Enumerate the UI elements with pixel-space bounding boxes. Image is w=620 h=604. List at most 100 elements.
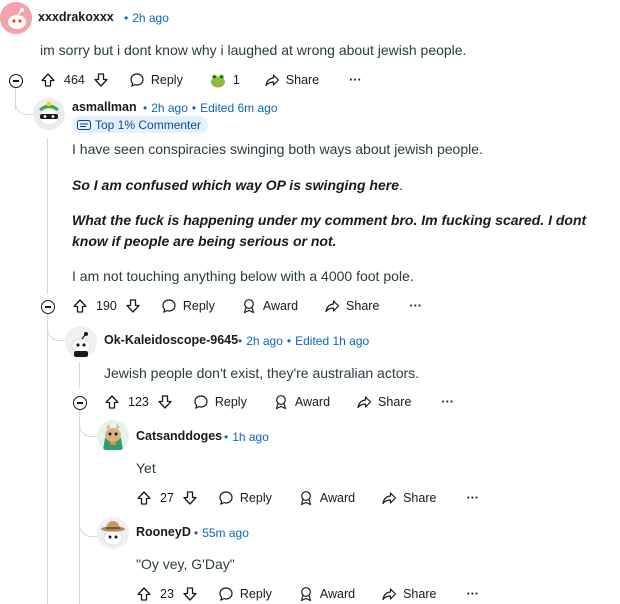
share-button[interactable]: Share xyxy=(381,490,436,506)
reply-button[interactable]: Reply xyxy=(193,394,247,410)
reply-label: Reply xyxy=(239,587,272,601)
award-button[interactable]: Award xyxy=(273,394,330,410)
downvote-button[interactable] xyxy=(182,490,198,506)
comment-meta: • 1h ago xyxy=(220,430,269,444)
snoo-avatar-icon xyxy=(65,326,97,358)
downvote-icon xyxy=(183,491,197,505)
downvote-button[interactable] xyxy=(93,72,109,88)
more-options-button[interactable]: ··· xyxy=(349,73,362,87)
share-label: Share xyxy=(403,491,437,505)
share-label: Share xyxy=(403,587,437,601)
comment-body: im sorry but i dont know why i laughed a… xyxy=(40,42,467,58)
collapse-thread-button[interactable] xyxy=(9,74,23,88)
share-button[interactable]: Share xyxy=(381,586,436,602)
award-icon xyxy=(275,395,286,410)
share-label: Share xyxy=(346,299,380,313)
vote-score: 190 xyxy=(96,299,117,313)
comment-author[interactable]: Catsanddoges xyxy=(136,429,222,443)
avatar[interactable] xyxy=(33,98,65,130)
vote-score: 23 xyxy=(160,587,174,601)
comment-body: Jewish people don't exist, they're austr… xyxy=(104,365,420,381)
avatar[interactable] xyxy=(0,2,32,34)
share-label: Share xyxy=(285,73,320,87)
downvote-button[interactable] xyxy=(182,586,198,602)
edited-label: Edited 6m ago xyxy=(200,101,278,115)
comment-bubble-icon xyxy=(162,299,176,314)
meta-dot: • xyxy=(191,101,197,115)
share-button[interactable]: Share xyxy=(264,72,319,88)
thread-line-3 xyxy=(79,362,80,389)
reply-button[interactable]: Reply xyxy=(218,586,272,602)
upvote-icon xyxy=(41,73,55,87)
more-options-button[interactable]: ··· xyxy=(466,491,479,505)
reply-button[interactable]: Reply xyxy=(218,490,272,506)
comment-time: 55m ago xyxy=(202,526,249,540)
reply-label: Reply xyxy=(182,299,215,313)
meta-dot: • xyxy=(286,334,292,348)
vote-score: 123 xyxy=(128,395,149,409)
downvote-button[interactable] xyxy=(157,394,173,410)
thread-elbow-3 xyxy=(79,410,98,437)
reply-button[interactable]: Reply xyxy=(129,72,183,88)
comment-bubble-icon xyxy=(130,73,144,88)
upvote-button[interactable] xyxy=(72,298,88,314)
comment-author[interactable]: xxxdrakoxxx xyxy=(38,10,114,24)
award-label: Award xyxy=(262,299,299,313)
award-button[interactable]: Award xyxy=(298,490,355,506)
more-options-icon: ··· xyxy=(409,299,422,313)
comment-actions: 464 Reply 1 Share ··· xyxy=(40,70,362,90)
avatar[interactable] xyxy=(97,517,129,549)
vote-score: 464 xyxy=(64,73,85,87)
user-flair-badge: Top 1% Commenter xyxy=(72,116,209,133)
comment-body: Yet xyxy=(136,460,156,476)
more-options-button[interactable]: ··· xyxy=(441,395,454,409)
more-options-button[interactable]: ··· xyxy=(466,587,479,601)
snoo-avatar-icon xyxy=(33,98,65,130)
collapse-thread-button[interactable] xyxy=(73,396,87,410)
avatar[interactable] xyxy=(97,420,129,452)
award-button[interactable]: Award xyxy=(298,586,355,602)
upvote-button[interactable] xyxy=(40,72,56,88)
comment-meta: • 55m ago xyxy=(190,526,249,540)
comment-bubble-icon xyxy=(219,587,233,602)
comment-time: 2h ago xyxy=(246,334,283,348)
comment-body: "Oy vey, G'Day" xyxy=(136,556,235,572)
upvote-button[interactable] xyxy=(104,394,120,410)
snoo-avatar-icon xyxy=(0,2,32,34)
share-icon xyxy=(325,300,340,313)
award-count: 1 xyxy=(232,73,240,87)
share-icon xyxy=(382,492,397,505)
upvote-icon xyxy=(137,587,151,601)
comment-actions: 27 Reply Award Share ··· xyxy=(136,488,479,508)
upvote-button[interactable] xyxy=(136,490,152,506)
comment-time: 2h ago xyxy=(151,101,188,115)
comment-body-p1: I have seen conspiracies swinging both w… xyxy=(72,141,483,157)
upvote-icon xyxy=(73,299,87,313)
comment-author[interactable]: RooneyD xyxy=(136,525,191,539)
share-button[interactable]: Share xyxy=(324,298,379,314)
more-options-button[interactable]: ··· xyxy=(409,299,422,313)
comment-body-p2-end: . xyxy=(399,177,403,193)
vote-score: 27 xyxy=(160,491,174,505)
upvote-icon xyxy=(105,395,119,409)
upvote-button[interactable] xyxy=(136,586,152,602)
award-label: Award xyxy=(319,491,356,505)
more-options-icon: ··· xyxy=(441,395,454,409)
comment-meta: • 2h ago xyxy=(120,11,169,25)
downvote-icon xyxy=(158,395,172,409)
meta-dot: • xyxy=(194,526,199,540)
downvote-button[interactable] xyxy=(125,298,141,314)
comment-actions: 190 Reply Award Share ··· xyxy=(72,296,422,316)
avatar[interactable] xyxy=(65,326,97,358)
share-button[interactable]: Share xyxy=(356,394,411,410)
collapse-thread-button[interactable] xyxy=(41,300,55,314)
share-label: Share xyxy=(378,395,412,409)
reply-button[interactable]: Reply xyxy=(161,298,215,314)
comment-author[interactable]: Ok-Kaleidoscope-9645 xyxy=(104,333,238,347)
award-button[interactable]: 1 xyxy=(209,71,240,89)
award-icon xyxy=(300,491,311,506)
meta-dot: • xyxy=(124,11,129,25)
more-options-icon: ··· xyxy=(466,587,479,601)
comment-author[interactable]: asmallman xyxy=(72,100,137,114)
award-button[interactable]: Award xyxy=(241,298,298,314)
